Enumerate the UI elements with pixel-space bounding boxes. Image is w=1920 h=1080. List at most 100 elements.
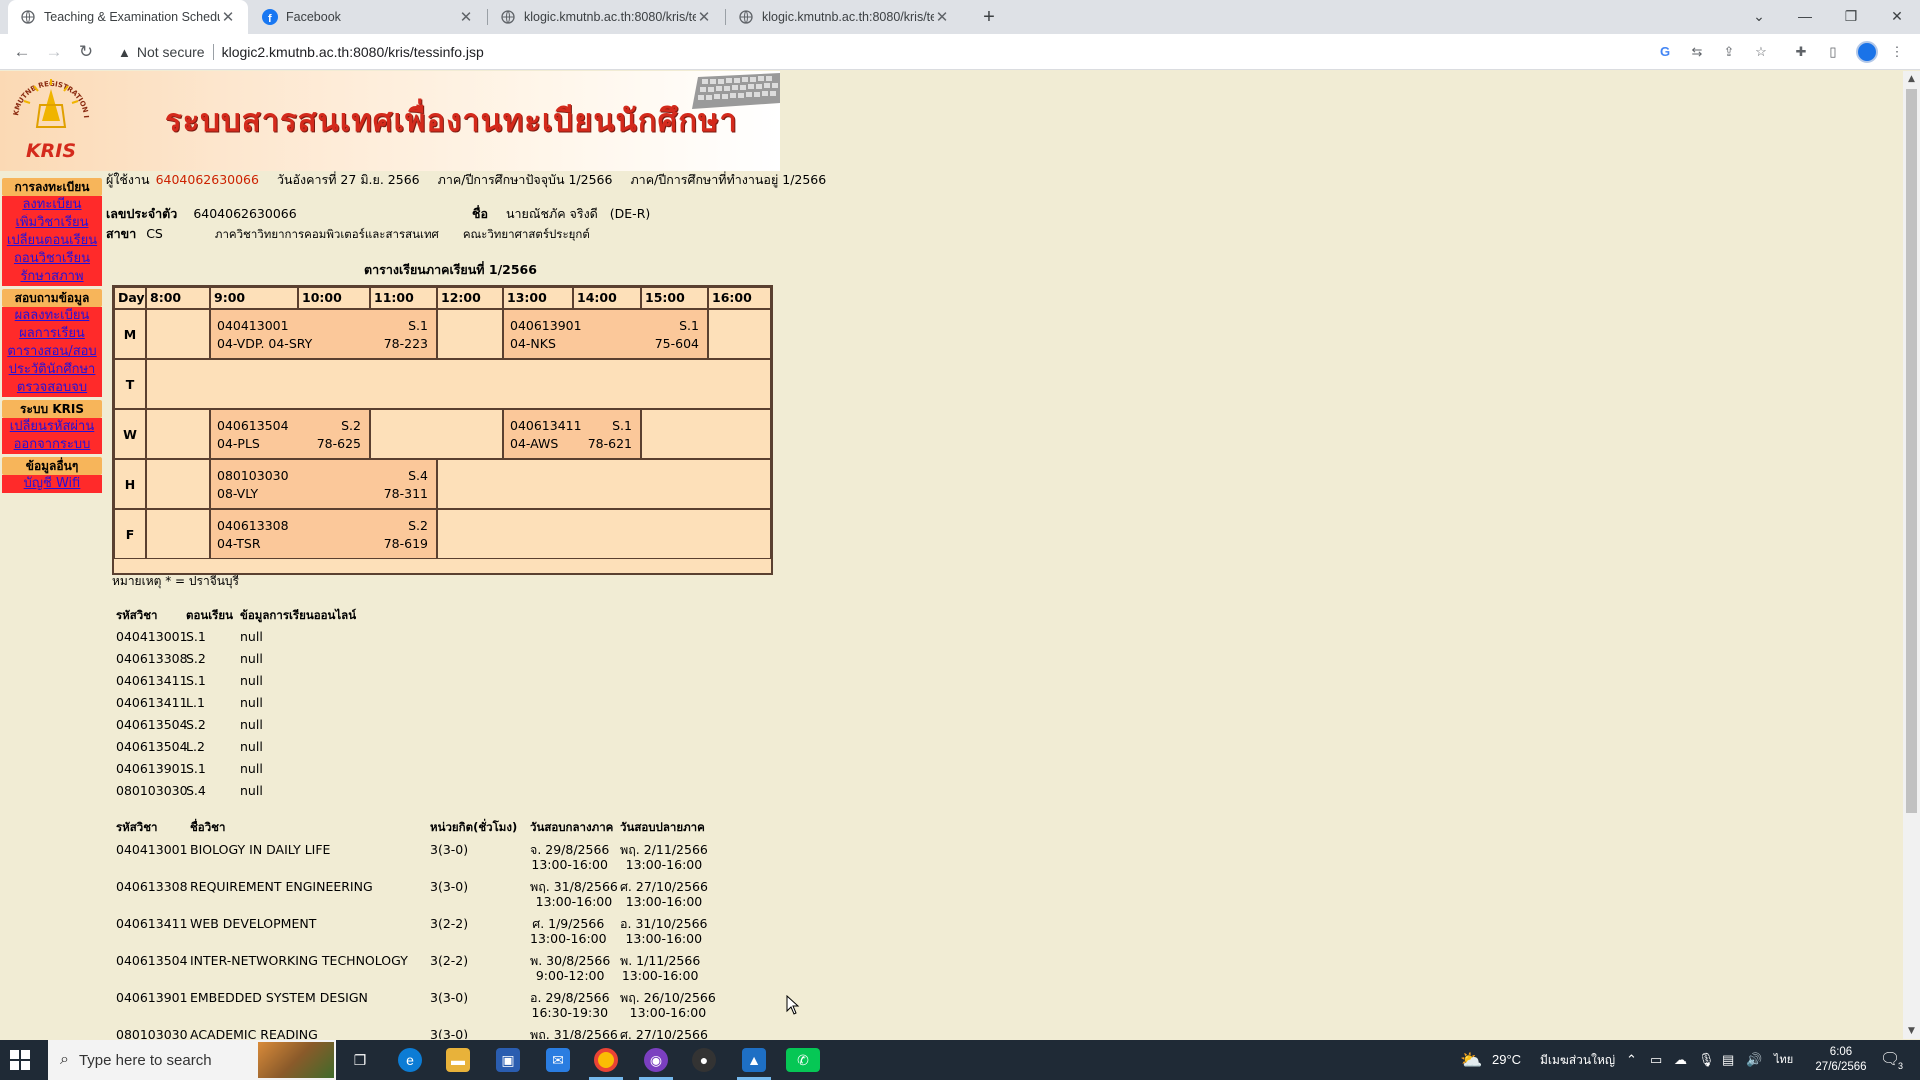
side-panel-icon[interactable]: ▯ [1824,43,1842,61]
weather-temp[interactable]: 29°C [1492,1040,1521,1080]
warning-icon[interactable]: ▲ [118,45,131,60]
schedule-course-cell[interactable]: 080103030 S.4 08-VLY 78-311 [210,459,437,509]
bookmark-star-icon[interactable]: ☆ [1752,43,1770,61]
maximize-button[interactable]: ❐ [1828,0,1874,34]
menu-item-change-password[interactable]: เปลี่ยนรหัสผ่าน [2,418,102,436]
new-tab-button[interactable]: + [976,4,1002,30]
midterm-time: 16:30-19:30 [531,1005,609,1020]
section: S.2 [186,651,206,666]
page-scrollbar[interactable]: ▲ ▼ [1903,71,1920,1039]
menu-item-change-section[interactable]: เปลี่ยนตอนเรียน [2,232,102,250]
table-row: 080103030S.4 null [112,780,356,802]
mail-icon[interactable]: ✉ [546,1048,570,1072]
page-content: KMUTNB REGISTRATION INFORMATION SYSTEM K… [0,71,1903,1039]
menu-item-maintain-status[interactable]: รักษาสภาพ [2,268,102,286]
close-tab-icon[interactable]: ✕ [696,8,712,26]
user-status-line: ผู้ใช้งาน 6404062630066 วันอังคารที่ 27 … [106,171,826,189]
schedule-header-cell: 9:00 [210,287,298,309]
globe-icon [738,9,754,25]
search-highlight-image [258,1042,334,1078]
schedule-empty-cell [437,459,771,509]
security-label[interactable]: Not secure [137,44,205,60]
menu-item-grades[interactable]: ผลการเรียน [2,325,102,343]
address-bar[interactable]: ▲ Not secure klogic2.kmutnb.ac.th:8080/k… [108,38,1764,66]
close-tab-icon[interactable]: ✕ [458,8,474,26]
online-info: null [240,761,263,776]
close-tab-icon[interactable]: ✕ [934,8,950,26]
course-code: 040413001 [116,842,188,857]
course-room: 78-625 [316,436,361,451]
menu-item-student-profile[interactable]: ประวัตินักศึกษา [2,361,102,379]
back-arrow-icon[interactable]: ← [10,40,34,64]
table-row: 040613308 REQUIREMENT ENGINEERING 3(3-0) พฤ… [112,875,732,912]
photos-icon[interactable]: ▲ [742,1048,766,1072]
chrome-profile-icon[interactable]: ◉ [644,1048,668,1072]
tab-teaching-schedule[interactable]: Teaching & Examination Schedul ✕ [8,0,248,34]
notification-count: 3 [1898,1061,1904,1071]
schedule-course-cell[interactable]: 040413001 S.1 04-VDP. 04-SRY 78-223 [210,309,437,359]
meet-now-icon[interactable]: ▭ [1650,1040,1662,1080]
schedule-header-cell: 13:00 [503,287,573,309]
forward-arrow-icon[interactable]: → [42,40,66,64]
translate-icon[interactable]: ⇆ [1688,43,1706,61]
profile-avatar[interactable] [1856,41,1878,63]
url-text[interactable]: klogic2.kmutnb.ac.th:8080/kris/tessinfo.… [222,44,484,60]
course-code: 040413001 [217,318,289,333]
extensions-icon[interactable]: ✚ [1792,43,1810,61]
tab-search-button[interactable]: ⌄ [1736,0,1782,34]
tab-klogic-2[interactable]: klogic.kmutnb.ac.th:8080/kris/tes ✕ [726,0,962,34]
menu-item-graduation-check[interactable]: ตรวจสอบจบ [2,379,102,397]
edge-icon[interactable]: e [398,1048,422,1072]
weather-desc[interactable]: มีเมฆส่วนใหญ่ [1540,1040,1615,1080]
table-row: 040613504S.2 null [112,714,356,736]
volume-icon[interactable]: 🔊 [1746,1040,1762,1080]
tray-chevron-up-icon[interactable]: ⌃ [1626,1040,1637,1080]
menu-kebab-icon[interactable]: ⋮ [1888,43,1906,61]
menu-item-withdraw[interactable]: ถอนวิชาเรียน [2,250,102,268]
schedule-course-cell[interactable]: 040613901 S.1 04-NKS 75-604 [503,309,708,359]
close-window-button[interactable]: ✕ [1874,0,1920,34]
task-view-icon[interactable]: ❐ [348,1048,372,1072]
scroll-down-arrow-icon[interactable]: ▼ [1903,1023,1920,1039]
store-icon[interactable]: ▣ [496,1048,520,1072]
google-icon[interactable]: G [1656,43,1674,61]
onedrive-icon[interactable]: ☁ [1674,1040,1687,1080]
tab-facebook[interactable]: f Facebook ✕ [250,0,486,34]
close-tab-icon[interactable]: ✕ [220,8,236,26]
schedule-course-cell[interactable]: 040613411 S.1 04-AWS 78-621 [503,409,641,459]
scroll-up-arrow-icon[interactable]: ▲ [1903,71,1920,87]
midterm-time: 13:00-16:00 [531,857,608,872]
taskbar-search[interactable]: ⌕ Type here to search [48,1040,336,1080]
menu-item-register[interactable]: ลงทะเบียน [2,196,102,214]
file-explorer-icon[interactable]: ▬ [446,1048,470,1072]
schedule-course-cell[interactable]: 040613504 S.2 04-PLS 78-625 [210,409,370,459]
course-name: BIOLOGY IN DAILY LIFE [190,842,331,857]
menu-item-schedule[interactable]: ตารางสอน/สอบ [2,343,102,361]
menu-item-registration-result[interactable]: ผลลงทะเบียน [2,307,102,325]
network-icon[interactable]: ▤ [1722,1040,1734,1080]
tab-klogic-1[interactable]: klogic.kmutnb.ac.th:8080/kris/tes ✕ [488,0,724,34]
course-code: 080103030 [116,783,188,798]
menu-item-logout[interactable]: ออกจากระบบ [2,436,102,454]
menu-item-add-course[interactable]: เพิ่มวิชาเรียน [2,214,102,232]
scroll-thumb[interactable] [1906,89,1917,813]
user-id: 6404062630066 [155,172,259,187]
microphone-icon[interactable]: 🎙 [1698,1040,1715,1080]
chrome-icon[interactable] [594,1048,618,1072]
line-icon[interactable]: ✆ [786,1048,820,1072]
windows-start-icon[interactable] [10,1050,30,1070]
reload-icon[interactable]: ↻ [74,40,98,64]
midterm-exam: พฤ. 31/8/2566 13:00-16:00 [530,879,618,909]
weather-icon[interactable]: ⛅ [1460,1040,1482,1080]
share-icon[interactable]: ⇪ [1720,43,1738,61]
course-credit: 3(2-2) [430,953,469,968]
menu-item-wifi-account[interactable]: บัญชี Wifi [2,475,102,493]
schedule-course-cell[interactable]: 040613308 S.2 04-TSR 78-619 [210,509,437,559]
language-indicator[interactable]: ไทย [1774,1040,1793,1080]
column-header: วันสอบปลายภาค [620,820,705,834]
minimize-button[interactable]: — [1782,0,1828,34]
obs-icon[interactable]: ● [692,1048,716,1072]
course-room: 78-311 [383,486,428,501]
clock-time: 6:06 [1829,1046,1853,1058]
clock[interactable]: 6:06 27/6/2566 [1812,1040,1870,1080]
